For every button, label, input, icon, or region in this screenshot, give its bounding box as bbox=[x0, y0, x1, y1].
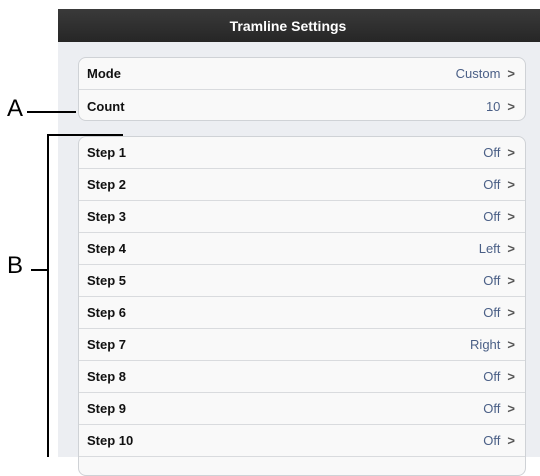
count-row[interactable]: Count 10 > bbox=[79, 90, 525, 120]
title-bar: Tramline Settings bbox=[58, 9, 540, 42]
step-row[interactable]: Step 8 Off > bbox=[79, 361, 525, 393]
mode-value: Custom bbox=[455, 66, 501, 81]
callout-label-b: B bbox=[7, 252, 24, 279]
step-label: Step 6 bbox=[87, 305, 127, 320]
step-label: Step 1 bbox=[87, 145, 127, 160]
chevron-right-icon: > bbox=[507, 369, 515, 384]
chevron-right-icon: > bbox=[507, 273, 515, 288]
step-row[interactable]: Step 7 Right > bbox=[79, 329, 525, 361]
step-label: Step 4 bbox=[87, 241, 127, 256]
step-row[interactable]: Step 10 Off > bbox=[79, 425, 525, 457]
chevron-right-icon: > bbox=[507, 66, 515, 81]
callout-line-a bbox=[27, 111, 76, 113]
step-label: Step 9 bbox=[87, 401, 127, 416]
mode-row[interactable]: Mode Custom > bbox=[79, 58, 525, 90]
callout-label-a: A bbox=[7, 95, 24, 122]
general-settings-group: Mode Custom > Count 10 > bbox=[78, 57, 526, 121]
count-value: 10 bbox=[485, 98, 501, 114]
callout-bracket-tick bbox=[31, 269, 48, 271]
chevron-right-icon: > bbox=[507, 145, 515, 160]
step-row[interactable]: Step 3 Off > bbox=[79, 201, 525, 233]
step-value: Off bbox=[483, 145, 501, 160]
callout-bracket-vertical bbox=[47, 134, 49, 457]
step-label: Step 8 bbox=[87, 369, 127, 384]
window-title: Tramline Settings bbox=[229, 17, 347, 34]
step-value: Right bbox=[470, 337, 501, 352]
step-row[interactable]: Step 2 Off > bbox=[79, 169, 525, 201]
step-label: Step 7 bbox=[87, 337, 127, 352]
chevron-right-icon: > bbox=[507, 209, 515, 224]
step-value: Off bbox=[483, 273, 501, 288]
mode-label: Mode bbox=[87, 66, 121, 81]
chevron-right-icon: > bbox=[507, 241, 515, 256]
step-label: Step 2 bbox=[87, 177, 127, 192]
chevron-right-icon: > bbox=[507, 305, 515, 320]
step-value: Left bbox=[478, 241, 501, 256]
step-label: Step 10 bbox=[87, 433, 134, 448]
step-value: Off bbox=[483, 433, 501, 448]
step-label: Step 3 bbox=[87, 209, 127, 224]
chevron-right-icon: > bbox=[507, 433, 515, 448]
chevron-right-icon: > bbox=[507, 98, 515, 114]
step-row[interactable]: Step 4 Left > bbox=[79, 233, 525, 265]
step-row[interactable]: Step 6 Off > bbox=[79, 297, 525, 329]
chevron-right-icon: > bbox=[507, 401, 515, 416]
step-value: Off bbox=[483, 369, 501, 384]
chevron-right-icon: > bbox=[507, 337, 515, 352]
step-value: Off bbox=[483, 401, 501, 416]
step-value: Off bbox=[483, 305, 501, 320]
step-row[interactable]: Step 1 Off > bbox=[79, 137, 525, 169]
step-value: Off bbox=[483, 209, 501, 224]
step-row[interactable]: Step 5 Off > bbox=[79, 265, 525, 297]
callout-bracket-top bbox=[47, 134, 123, 136]
steps-group: Step 1 Off > Step 2 Off > Step 3 Off > Step 4 L… bbox=[78, 136, 526, 476]
step-value: Off bbox=[483, 177, 501, 192]
step-row[interactable]: Step 9 Off > bbox=[79, 393, 525, 425]
chevron-right-icon: > bbox=[507, 177, 515, 192]
step-label: Step 5 bbox=[87, 273, 127, 288]
count-label: Count bbox=[87, 98, 125, 114]
